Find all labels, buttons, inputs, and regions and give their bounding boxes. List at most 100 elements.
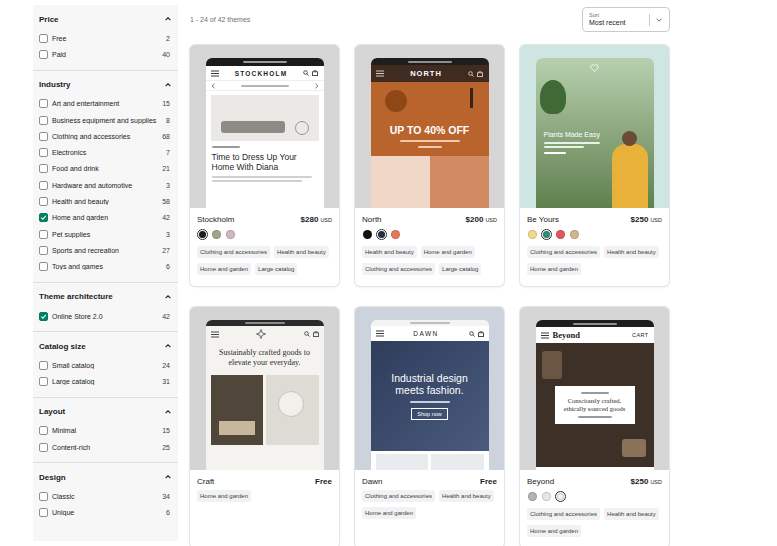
checkbox[interactable] (39, 164, 48, 173)
filter-option[interactable]: Large catalog31 (39, 373, 172, 389)
checkbox[interactable] (39, 148, 48, 157)
chevron-up-icon[interactable] (164, 408, 172, 416)
filter-option[interactable]: Art and entertainment15 (39, 96, 172, 112)
store-logo-icon[interactable] (256, 329, 266, 339)
filter-option[interactable]: Content-rich25 (39, 439, 172, 455)
filter-option[interactable]: Minimal15 (39, 423, 172, 439)
checkbox[interactable] (39, 230, 48, 239)
checkbox[interactable] (39, 312, 48, 321)
section-header[interactable]: Design (39, 470, 172, 484)
search-icon[interactable] (304, 331, 310, 337)
filter-option[interactable]: Online Store 2.042 (39, 308, 172, 324)
color-swatch[interactable] (569, 229, 580, 240)
menu-icon[interactable] (211, 70, 219, 77)
checkbox[interactable] (39, 213, 48, 222)
color-swatch[interactable] (555, 229, 566, 240)
theme-card[interactable]: STOCKHOLMTime to Dress Up Your Home With… (190, 45, 339, 286)
filter-option[interactable]: Pet supplies3 (39, 226, 172, 242)
theme-card[interactable]: BeyondCARTConsciously crafted, ethically… (520, 307, 669, 546)
filter-option[interactable]: Unique6 (39, 505, 172, 521)
theme-card[interactable]: DAWNIndustrial design meets fashion.Shop… (355, 307, 504, 546)
filter-option[interactable]: Health and beauty58 (39, 193, 172, 209)
theme-name[interactable]: Be Yours (527, 214, 559, 225)
filter-option[interactable]: Small catalog24 (39, 357, 172, 373)
filter-option[interactable]: Sports and recreation27 (39, 242, 172, 258)
theme-name[interactable]: Dawn (362, 476, 382, 487)
section-header[interactable]: Price (39, 12, 172, 26)
filter-option[interactable]: Classic34 (39, 488, 172, 504)
color-swatch[interactable] (555, 491, 566, 502)
cart-icon[interactable] (312, 70, 318, 76)
filter-option[interactable]: Electronics7 (39, 144, 172, 160)
color-swatch[interactable] (376, 229, 387, 240)
filter-option[interactable]: Business equipment and supplies8 (39, 112, 172, 128)
checkbox[interactable] (39, 361, 48, 370)
theme-card[interactable]: Plants Made EasyBe Yours$250USDClothing … (520, 45, 669, 286)
chevron-up-icon[interactable] (164, 81, 172, 89)
checkbox[interactable] (39, 492, 48, 501)
color-swatch[interactable] (541, 491, 552, 502)
checkbox[interactable] (39, 181, 48, 190)
color-swatch[interactable] (527, 229, 538, 240)
search-icon[interactable] (303, 70, 309, 76)
theme-preview[interactable]: Plants Made Easy (520, 45, 669, 208)
filter-option[interactable]: Hardware and automotive3 (39, 177, 172, 193)
theme-preview[interactable]: NORTHUP TO 40% OFF (355, 45, 504, 208)
theme-preview[interactable]: DAWNIndustrial design meets fashion.Shop… (355, 307, 504, 470)
checkbox[interactable] (39, 246, 48, 255)
cart-link[interactable]: CART (632, 332, 648, 338)
checkbox[interactable] (39, 132, 48, 141)
search-icon[interactable] (468, 71, 474, 77)
search-icon[interactable] (469, 331, 475, 337)
chevron-up-icon[interactable] (164, 15, 172, 23)
chevron-left-icon[interactable] (211, 83, 216, 89)
checkbox[interactable] (39, 197, 48, 206)
theme-name[interactable]: Craft (197, 476, 214, 487)
section-header[interactable]: Theme architecture (39, 290, 172, 304)
checkbox[interactable] (39, 116, 48, 125)
filter-option[interactable]: Food and drink21 (39, 161, 172, 177)
theme-name[interactable]: Beyond (527, 476, 554, 487)
checkbox[interactable] (39, 262, 48, 271)
sort-dropdown[interactable]: SortMost recent (582, 7, 670, 32)
theme-preview[interactable]: STOCKHOLMTime to Dress Up Your Home With… (190, 45, 339, 208)
chevron-up-icon[interactable] (164, 342, 172, 350)
color-swatch[interactable] (211, 229, 222, 240)
cart-icon[interactable] (313, 331, 319, 337)
theme-preview[interactable]: Sustainably crafted goods to elevate you… (190, 307, 339, 470)
menu-icon[interactable] (211, 331, 219, 338)
color-swatch[interactable] (390, 229, 401, 240)
menu-icon[interactable] (376, 70, 384, 77)
filter-option[interactable]: Toys and games6 (39, 259, 172, 275)
cart-icon[interactable] (478, 331, 484, 337)
checkbox[interactable] (39, 426, 48, 435)
heart-icon[interactable] (590, 64, 599, 72)
chevron-down-icon[interactable] (655, 16, 663, 24)
checkbox[interactable] (39, 34, 48, 43)
filter-option[interactable]: Free2 (39, 30, 172, 46)
section-header[interactable]: Catalog size (39, 339, 172, 353)
filter-option[interactable]: Paid40 (39, 46, 172, 62)
checkbox[interactable] (39, 99, 48, 108)
chevron-up-icon[interactable] (164, 473, 172, 481)
color-swatch[interactable] (541, 229, 552, 240)
theme-name[interactable]: North (362, 214, 382, 225)
chevron-right-icon[interactable] (314, 83, 319, 89)
theme-name[interactable]: Stockholm (197, 214, 234, 225)
chevron-up-icon[interactable] (164, 293, 172, 301)
color-swatch[interactable] (197, 229, 208, 240)
section-header[interactable]: Industry (39, 78, 172, 92)
theme-card[interactable]: Sustainably crafted goods to elevate you… (190, 307, 339, 546)
color-swatch[interactable] (225, 229, 236, 240)
color-swatch[interactable] (527, 491, 538, 502)
checkbox[interactable] (39, 443, 48, 452)
shop-now-button[interactable]: Shop now (411, 408, 447, 420)
checkbox[interactable] (39, 508, 48, 517)
cart-icon[interactable] (477, 71, 483, 77)
menu-icon[interactable] (541, 332, 549, 339)
color-swatch[interactable] (362, 229, 373, 240)
theme-card[interactable]: NORTHUP TO 40% OFFNorth$200USDHealth and… (355, 45, 504, 286)
theme-preview[interactable]: BeyondCARTConsciously crafted, ethically… (520, 307, 669, 470)
filter-option[interactable]: Clothing and accessories68 (39, 128, 172, 144)
filter-option[interactable]: Home and garden42 (39, 210, 172, 226)
